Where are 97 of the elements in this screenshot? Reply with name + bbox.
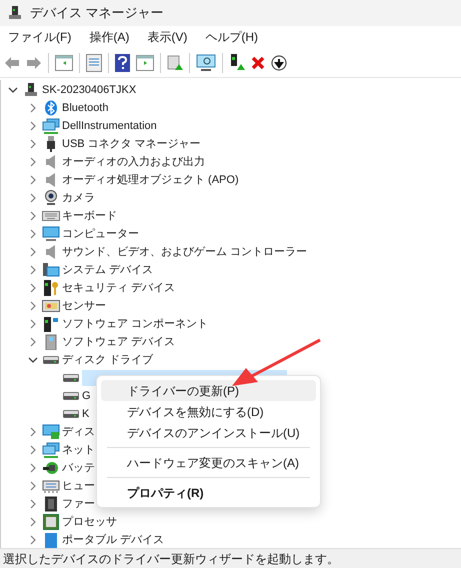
menu-option[interactable]: ハードウェア変更のスキャン(A): [101, 452, 316, 473]
tree-item[interactable]: ディスク ドライブ: [62, 352, 154, 368]
tree-item[interactable]: G: [82, 388, 93, 404]
expand-chevron-icon[interactable]: [30, 535, 36, 545]
menu-item[interactable]: 表示(V): [147, 28, 188, 46]
panel-icon[interactable]: [55, 54, 73, 70]
expand-chevron-icon[interactable]: [30, 193, 36, 203]
usb-plug-icon: [46, 136, 56, 152]
expand-chevron-icon[interactable]: [30, 337, 36, 347]
tree-item[interactable]: DellInstrumentation: [62, 118, 157, 134]
tree-item[interactable]: K: [82, 406, 92, 422]
expand-chevron-icon[interactable]: [30, 481, 36, 491]
tree-item[interactable]: ポータブル デバイス: [62, 532, 164, 548]
menu-option[interactable]: デバイスのアンインストール(U): [101, 422, 316, 443]
expand-chevron-icon[interactable]: [30, 427, 36, 437]
keyboard-icon: [42, 210, 60, 222]
expand-chevron-icon[interactable]: [30, 229, 36, 239]
network-icon: [42, 442, 60, 458]
expand-chevron-icon[interactable]: [30, 283, 36, 293]
delete-icon[interactable]: [251, 56, 265, 70]
device-icon: [8, 6, 22, 20]
tree-item[interactable]: セキュリティ デバイス: [62, 280, 176, 296]
drive-icon: [63, 409, 79, 419]
battery-icon: [42, 460, 60, 476]
portable-device-icon: [44, 532, 58, 548]
component-icon: [43, 316, 59, 332]
tree-item[interactable]: コンピューター: [62, 226, 139, 242]
expand-chevron-icon[interactable]: [30, 211, 36, 221]
system-icon: [42, 262, 60, 278]
tree-item[interactable]: Bluetooth: [62, 100, 108, 116]
tree-item[interactable]: USB コネクタ マネージャー: [62, 136, 201, 152]
expand-chevron-icon[interactable]: [30, 319, 36, 329]
forward-icon[interactable]: [26, 56, 42, 70]
menu-option[interactable]: デバイスを無効にする(D): [101, 401, 316, 422]
expand-chevron-icon[interactable]: [30, 157, 36, 167]
menu-item[interactable]: 操作(A): [89, 28, 130, 46]
tree-item[interactable]: システム デバイス: [62, 262, 154, 278]
display-adapter-icon: [42, 424, 60, 440]
tree-item[interactable]: オーディオ処理オブジェクト (APO): [62, 172, 239, 188]
add-device-icon[interactable]: [229, 54, 245, 71]
panel-icon[interactable]: [136, 54, 154, 70]
device-icon: [45, 334, 57, 350]
download-icon[interactable]: [271, 54, 287, 70]
status-text: 選択したデバイスのドライバー更新ウィザードを起動します。: [3, 550, 339, 568]
tree-item[interactable]: ディス: [62, 424, 95, 440]
update-icon[interactable]: [167, 54, 183, 70]
processor-icon: [43, 514, 59, 530]
expand-chevron-icon[interactable]: [30, 121, 36, 131]
collapse-chevron-icon[interactable]: [28, 357, 38, 363]
webcam-icon: [44, 190, 58, 206]
expand-chevron-icon[interactable]: [30, 445, 36, 455]
speaker-icon: [45, 244, 57, 260]
tree-item[interactable]: ネット: [62, 442, 95, 458]
expand-chevron-icon[interactable]: [30, 463, 36, 473]
collapse-chevron-icon[interactable]: [8, 87, 18, 93]
tree-item[interactable]: ヒュー: [62, 478, 95, 494]
speaker-icon: [45, 154, 57, 170]
tree-item[interactable]: サウンド、ビデオ、およびゲーム コントローラー: [62, 244, 308, 260]
expand-chevron-icon[interactable]: [30, 139, 36, 149]
speaker-icon: [45, 172, 57, 188]
tree-item[interactable]: SK-20230406TJKX: [42, 82, 136, 98]
help-icon[interactable]: [115, 54, 130, 72]
drive-icon: [63, 391, 79, 401]
tree-item[interactable]: プロセッサ: [62, 514, 117, 530]
tree-item[interactable]: バッテ: [62, 460, 95, 476]
properties-icon[interactable]: [86, 54, 102, 72]
menu-option[interactable]: プロパティ(R): [101, 482, 316, 503]
expand-chevron-icon[interactable]: [30, 247, 36, 257]
expand-chevron-icon[interactable]: [30, 499, 36, 509]
chip-icon: [44, 496, 58, 512]
expand-chevron-icon[interactable]: [30, 175, 36, 185]
expand-chevron-icon[interactable]: [30, 301, 36, 311]
tree-item[interactable]: ソフトウェア コンポーネント: [62, 316, 208, 332]
tree-item[interactable]: ソフトウェア デバイス: [62, 334, 176, 350]
back-icon[interactable]: [4, 56, 20, 70]
expand-chevron-icon[interactable]: [30, 265, 36, 275]
expand-chevron-icon[interactable]: [30, 103, 36, 113]
expand-chevron-icon[interactable]: [30, 517, 36, 527]
tree-item[interactable]: カメラ: [62, 190, 95, 206]
drive-icon: [63, 373, 79, 383]
keyboard-icon: [42, 478, 60, 494]
window-title: デバイス マネージャー: [30, 4, 164, 22]
monitor-icon: [42, 226, 60, 242]
bluetooth-icon: [44, 100, 58, 116]
tree-item[interactable]: ファー: [62, 496, 95, 512]
sensor-icon: [42, 299, 60, 313]
tree-item[interactable]: オーディオの入力および出力: [62, 154, 205, 170]
computer-icon: [24, 83, 38, 97]
drive-icon: [43, 355, 59, 365]
key-device-icon: [43, 280, 59, 296]
tree-item[interactable]: センサー: [62, 298, 106, 314]
menu-item[interactable]: ヘルプ(H): [205, 28, 258, 46]
menu-option[interactable]: ドライバーの更新(P): [101, 380, 316, 401]
tree-item[interactable]: キーボード: [62, 208, 117, 224]
network-icon: [42, 118, 60, 134]
menu-item[interactable]: ファイル(F): [8, 28, 72, 46]
scan-monitor-icon[interactable]: [196, 54, 216, 72]
